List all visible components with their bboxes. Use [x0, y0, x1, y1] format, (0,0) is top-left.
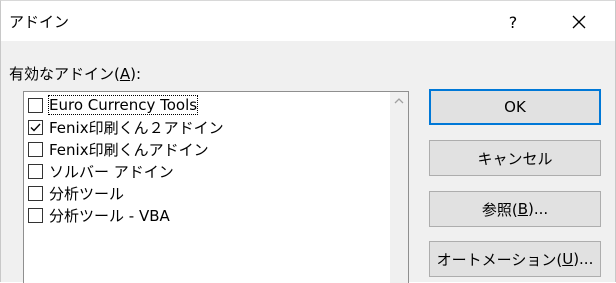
addin-label: 分析ツール - VBA	[49, 206, 170, 225]
addin-label: Fenix印刷くん２アドイン	[49, 118, 224, 137]
help-button[interactable]: ?	[495, 7, 531, 37]
cancel-button[interactable]: キャンセル	[429, 140, 601, 176]
addin-list-item[interactable]: Fenix印刷くんアドイン	[28, 138, 224, 160]
close-icon	[572, 15, 586, 29]
addin-label: 分析ツール	[49, 184, 125, 203]
addins-dialog: アドイン ? 有効なアドイン(A): Euro Currency Tools Fe…	[0, 0, 616, 283]
addin-label: ソルバー アドイン	[49, 162, 174, 181]
available-addins-label: 有効なアドイン(A):	[9, 65, 142, 83]
addin-checkbox[interactable]	[28, 163, 43, 179]
title-bar: アドイン ?	[1, 1, 615, 41]
addin-checkbox[interactable]	[28, 119, 43, 135]
addin-list-item[interactable]: 分析ツール - VBA	[28, 204, 224, 226]
addin-list-item[interactable]: ソルバー アドイン	[28, 160, 224, 182]
dialog-title: アドイン	[9, 13, 70, 31]
addin-label: Euro Currency Tools	[47, 95, 199, 115]
addin-label: Fenix印刷くんアドイン	[49, 140, 209, 159]
close-button[interactable]	[561, 7, 597, 37]
addin-list-item[interactable]: 分析ツール	[28, 182, 224, 204]
chevron-up-icon	[394, 98, 404, 104]
addins-listbox[interactable]: Euro Currency Tools Fenix印刷くん２アドイン Fenix印刷…	[23, 91, 409, 283]
addin-checkbox[interactable]	[28, 141, 43, 157]
addin-checkbox[interactable]	[28, 97, 43, 113]
checkmark-icon	[30, 123, 41, 132]
scroll-up-button[interactable]	[390, 92, 408, 110]
addin-list-item[interactable]: Fenix印刷くん２アドイン	[28, 116, 224, 138]
addin-checkbox[interactable]	[28, 207, 43, 223]
vertical-scrollbar[interactable]	[390, 92, 408, 283]
addin-list-item[interactable]: Euro Currency Tools	[28, 94, 224, 116]
automation-button[interactable]: オートメーション(U)...	[429, 241, 601, 277]
ok-button[interactable]: OK	[429, 89, 601, 125]
browse-button[interactable]: 参照(B)...	[429, 191, 601, 227]
addin-checkbox[interactable]	[28, 185, 43, 201]
